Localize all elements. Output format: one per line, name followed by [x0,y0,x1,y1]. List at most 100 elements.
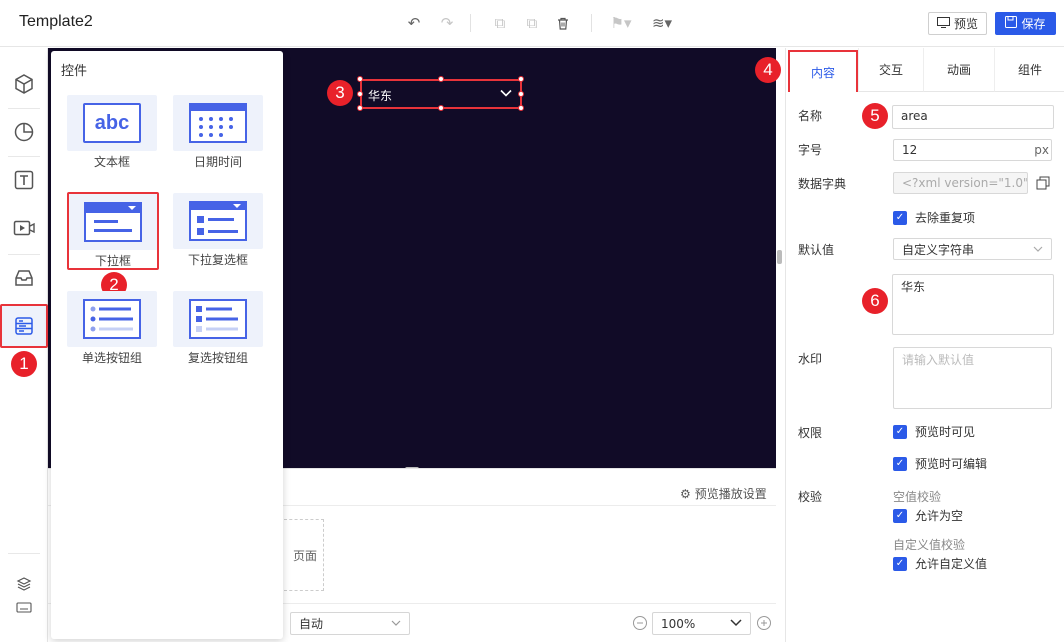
zoom-select[interactable]: 100% [652,612,751,635]
resize-handle[interactable] [518,76,524,82]
gear-icon: ⚙ [680,486,691,501]
app-title: Template2 [19,13,93,30]
perm-visible-checkbox[interactable]: ✓ 预览时可见 [893,423,975,440]
default-type-select[interactable]: 自定义字符串 [893,238,1052,260]
name-label: 名称 [798,109,823,123]
name-field[interactable]: area [892,105,1054,129]
resize-handle[interactable] [357,76,363,82]
sidebar-divider [8,108,40,109]
text-icon[interactable] [0,158,48,202]
undo-icon[interactable]: ↶ [404,13,424,33]
allow-custom-label: 允许自定义值 [915,557,988,571]
data-dict-label: 数据字典 [798,177,847,191]
control-textbox[interactable]: abc [67,95,157,151]
control-label: 下拉框 [94,254,131,268]
sidebar-divider [8,156,40,157]
align-icon[interactable]: ⚑▾ [607,13,635,33]
control-dropdown[interactable]: 下拉框 [67,192,159,270]
watermark-label: 水印 [798,352,823,366]
font-size-field[interactable]: 12 px [893,139,1052,161]
delete-icon[interactable] [553,13,573,33]
checkbox-checked-icon: ✓ [893,508,907,523]
checkbox-group-icon [189,299,247,339]
paste-icon[interactable]: ⧉ [522,13,542,33]
control-label: 单选按钮组 [81,351,142,365]
toolbar-divider [591,14,592,32]
custom-check-label: 自定义值校验 [893,538,966,552]
dedupe-label: 去除重复项 [915,211,976,225]
radio-group-icon [83,299,141,339]
default-value-textarea[interactable]: 华东 [892,274,1054,335]
form-control-icon[interactable] [0,304,48,348]
redo-icon[interactable]: ↷ [437,13,457,33]
control-checkbox-group[interactable] [173,291,263,347]
chevron-down-icon [391,617,401,631]
validation-label: 校验 [798,490,823,504]
tab-content[interactable]: 内容 [788,50,858,92]
badge-6: 6 [862,288,888,314]
tab-animation[interactable]: 动画 [923,48,994,92]
chart-icon[interactable] [0,110,48,154]
zoom-out-icon[interactable] [632,615,648,634]
control-dropdown-checkbox[interactable] [173,193,263,249]
page-label: 页面 [292,548,317,563]
dedupe-checkbox[interactable]: ✓ 去除重复项 [893,209,975,226]
permission-label: 权限 [798,426,823,440]
checkbox-checked-icon: ✓ [893,456,907,471]
resize-handle[interactable] [357,105,363,111]
mode-value: 自动 [299,617,324,631]
component-icon[interactable] [0,62,48,106]
default-type-value: 自定义字符串 [902,242,975,257]
zoom-in-icon[interactable] [756,615,772,634]
checkbox-checked-icon: ✓ [893,210,907,225]
resize-handle[interactable] [438,76,444,82]
preview-settings-label: 预览播放设置 [694,487,767,501]
badge-3: 3 [327,80,353,106]
panel-resize-handle[interactable] [777,250,782,264]
zoom-value: 100% [661,616,696,631]
save-button[interactable]: 保存 [995,12,1056,35]
resize-handle[interactable] [438,105,444,111]
allow-empty-checkbox[interactable]: ✓ 允许为空 [893,507,963,524]
resize-handle[interactable] [518,91,524,97]
default-value-label: 默认值 [798,243,835,257]
badge-5: 5 [862,103,888,129]
allow-empty-label: 允许为空 [915,509,964,523]
chevron-down-icon [730,617,742,631]
dropdown-icon [84,202,142,242]
checkbox-checked-icon: ✓ [893,424,907,439]
allow-custom-checkbox[interactable]: ✓ 允许自定义值 [893,555,987,572]
media-icon[interactable] [0,206,48,250]
data-dict-field[interactable]: <?xml version="1.0" en [893,172,1028,194]
font-size-value: 12 [902,143,918,157]
control-label: 日期时间 [193,155,242,169]
control-label: 下拉复选框 [187,253,248,267]
sidebar-divider [8,254,40,255]
left-sidebar: 1 [0,48,48,642]
keyboard-icon[interactable] [0,592,48,622]
checkbox-checked-icon: ✓ [893,556,907,571]
control-label: 文本框 [93,155,130,169]
resize-handle[interactable] [357,91,363,97]
add-page-card[interactable]: 页面 [284,519,324,591]
preview-button[interactable]: 预览 [928,12,987,35]
copy-icon[interactable] [1036,176,1050,193]
preview-settings-link[interactable]: ⚙ 预览播放设置 [680,485,767,502]
watermark-textarea[interactable]: 请输入默认值 [893,347,1052,409]
copy-icon[interactable]: ⧉ [490,13,510,33]
font-size-label: 字号 [798,143,823,157]
control-radio-group[interactable] [67,291,157,347]
tab-interaction[interactable]: 交互 [858,48,923,92]
preview-label: 预览 [953,17,978,31]
container-icon[interactable] [0,256,48,300]
control-datetime[interactable] [173,95,263,151]
tab-component[interactable]: 组件 [994,48,1064,92]
monitor-icon [936,16,950,31]
layer-icon[interactable]: ≋▾ [648,13,676,33]
toolbar-divider [470,14,471,32]
mode-select[interactable]: 自动 [290,612,410,635]
sidebar-divider [8,553,40,554]
perm-edit-checkbox[interactable]: ✓ 预览时可编辑 [893,455,987,472]
resize-handle[interactable] [518,105,524,111]
chevron-down-icon [1033,242,1043,256]
